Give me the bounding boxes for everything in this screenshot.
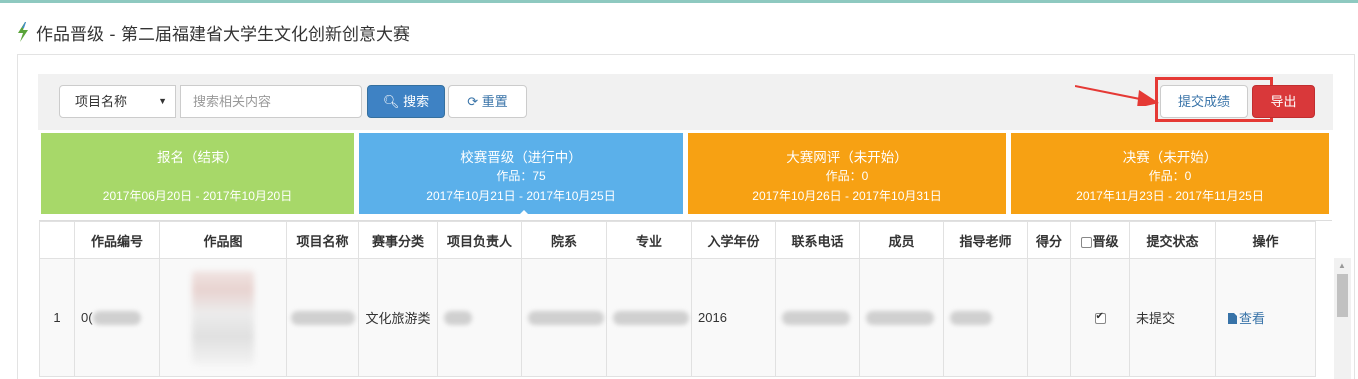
col-header[interactable]: 联系电话 — [775, 221, 860, 259]
phone-cell — [775, 258, 860, 377]
col-header[interactable]: 项目名称 — [286, 221, 359, 259]
table-header-row: 作品编号 作品图 项目名称 赛事分类 项目负责人 院系 专业 入学年份 联系电话… — [39, 221, 1316, 259]
col-header[interactable]: 作品编号 — [74, 221, 160, 259]
top-accent-line — [0, 0, 1358, 3]
col-header — [39, 221, 75, 259]
col-header[interactable]: 入学年份 — [691, 221, 776, 259]
stage-dates: 2017年10月26日 - 2017年10月31日 — [752, 189, 942, 203]
redacted-text — [92, 311, 141, 326]
stage-dates: 2017年10月21日 - 2017年10月25日 — [426, 189, 616, 203]
search-input[interactable]: 搜索相关内容 — [180, 85, 362, 118]
stage-dates: 2017年06月20日 - 2017年10月20日 — [102, 189, 293, 203]
status-cell: 未提交 — [1129, 258, 1216, 377]
redacted-text — [866, 311, 934, 326]
caret-down-icon: ▼ — [158, 96, 167, 106]
stage-count: 作品：75 — [496, 169, 546, 183]
main-panel: 项目名称 ▼ 搜索相关内容 🔍︎ 搜索 ⟳ 重置 提交成绩 导出 报名（结束） … — [17, 54, 1355, 379]
view-link-label: 查看 — [1239, 311, 1266, 326]
field-select[interactable]: 项目名称 ▼ — [59, 85, 176, 118]
members-cell — [859, 258, 944, 377]
category-cell: 文化旅游类 — [358, 258, 438, 377]
stage-dates: 2017年11月23日 - 2017年11月25日 — [1076, 189, 1264, 203]
col-header[interactable]: 提交状态 — [1129, 221, 1216, 259]
export-button[interactable]: 导出 — [1252, 85, 1315, 118]
major-cell — [606, 258, 692, 377]
refresh-icon: ⟳ — [467, 94, 479, 109]
col-header-advance: 晋级 — [1070, 221, 1130, 259]
col-header[interactable]: 专业 — [606, 221, 692, 259]
department-cell — [521, 258, 607, 377]
col-header: 操作 — [1215, 221, 1316, 259]
redacted-text — [950, 311, 992, 326]
col-header[interactable]: 作品图 — [159, 221, 287, 259]
col-header[interactable]: 成员 — [859, 221, 944, 259]
advance-checkbox[interactable] — [1094, 311, 1106, 325]
project-name-cell — [286, 258, 359, 377]
stage-tabs: 报名（结束） 2017年06月20日 - 2017年10月20日 校赛晋级（进行… — [41, 133, 1329, 214]
advisor-cell — [943, 258, 1028, 377]
action-cell: 查看 — [1215, 258, 1316, 377]
stage-count: 作品：0 — [1148, 169, 1192, 183]
page-title: 作品晋级 - 第二届福建省大学生文化创新创意大赛 — [36, 24, 410, 45]
lightning-icon — [18, 22, 28, 42]
redacted-text — [290, 311, 355, 326]
work-code-cell: 0( — [74, 258, 160, 377]
active-stage-pointer — [514, 210, 534, 220]
work-code-prefix: 0( — [81, 309, 93, 325]
search-toolbar: 项目名称 ▼ 搜索相关内容 🔍︎ 搜索 ⟳ 重置 提交成绩 导出 — [38, 74, 1333, 130]
redacted-text — [444, 311, 472, 326]
red-arrow-annotation — [1075, 85, 1159, 106]
search-button-label: 搜索 — [403, 94, 430, 109]
stage-name: 校赛晋级（进行中） — [460, 150, 582, 165]
stage-name: 决赛（未开始） — [1122, 150, 1218, 165]
works-table: 作品编号 作品图 项目名称 赛事分类 项目负责人 院系 专业 入学年份 联系电话… — [39, 221, 1316, 377]
col-header[interactable]: 指导老师 — [943, 221, 1028, 259]
col-header[interactable]: 赛事分类 — [358, 221, 438, 259]
works-table-container: 作品编号 作品图 项目名称 赛事分类 项目负责人 院系 专业 入学年份 联系电话… — [39, 220, 1351, 379]
redacted-text — [613, 311, 689, 326]
table-scrollbar[interactable]: ▲ — [1334, 258, 1351, 379]
search-icon: 🔍︎ — [382, 94, 400, 109]
stage-tab-school-advance[interactable]: 校赛晋级（进行中） 作品：75 2017年10月21日 - 2017年10月25… — [359, 133, 683, 214]
redacted-text — [782, 311, 850, 326]
reset-button[interactable]: ⟳ 重置 — [448, 85, 527, 118]
field-select-value: 项目名称 — [75, 94, 128, 109]
search-button[interactable]: 🔍︎ 搜索 — [367, 85, 445, 118]
col-header[interactable]: 院系 — [521, 221, 607, 259]
row-index: 1 — [39, 258, 75, 377]
select-all-checkbox[interactable] — [1081, 236, 1093, 248]
work-image-cell — [159, 258, 287, 377]
document-icon — [1228, 313, 1237, 324]
page-header: 作品晋级 - 第二届福建省大学生文化创新创意大赛 — [16, 20, 410, 45]
col-header-advance-label: 晋级 — [1092, 233, 1119, 249]
leader-cell — [437, 258, 522, 377]
scroll-up-icon[interactable]: ▲ — [1338, 261, 1346, 270]
work-thumbnail[interactable] — [192, 270, 254, 365]
advance-cell — [1070, 258, 1130, 377]
col-header[interactable]: 项目负责人 — [437, 221, 522, 259]
scrollbar-thumb[interactable] — [1337, 274, 1348, 317]
stage-tab-registration[interactable]: 报名（结束） 2017年06月20日 - 2017年10月20日 — [41, 133, 354, 214]
enroll-year-cell: 2016 — [691, 258, 776, 377]
view-link[interactable]: 查看 — [1228, 311, 1265, 326]
score-cell — [1027, 258, 1071, 377]
stage-count: 作品：0 — [825, 169, 869, 183]
reset-button-label: 重置 — [481, 94, 508, 109]
stage-name: 报名（结束） — [157, 150, 238, 165]
table-row: 1 0( 文化旅游类 2016 ✔ 未提交 查看 — [39, 258, 1316, 377]
redacted-text — [528, 311, 604, 326]
stage-name: 大赛网评（未开始） — [786, 150, 908, 165]
col-header[interactable]: 得分 — [1027, 221, 1071, 259]
stage-tab-final[interactable]: 决赛（未开始） 作品：0 2017年11月23日 - 2017年11月25日 — [1011, 133, 1329, 214]
stage-tab-online-review[interactable]: 大赛网评（未开始） 作品：0 2017年10月26日 - 2017年10月31日 — [688, 133, 1006, 214]
